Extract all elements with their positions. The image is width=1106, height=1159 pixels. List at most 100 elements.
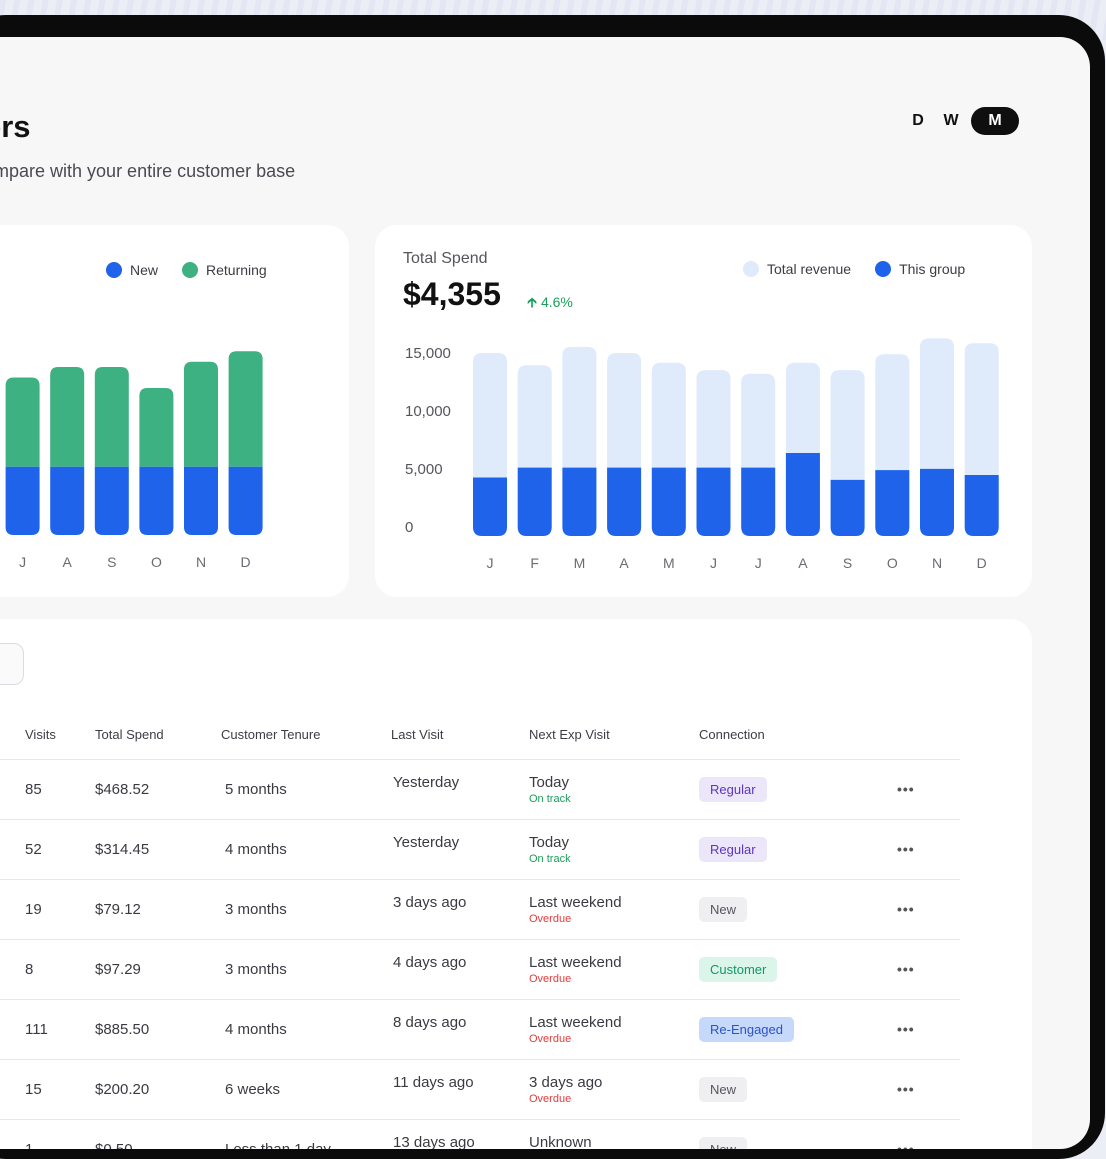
last-visit-cell: 8 days ago (391, 999, 529, 1060)
bar-new (228, 466, 263, 535)
column-header-last-visit[interactable]: Last Visit (391, 711, 529, 760)
tenure-cell: 6 weeks (221, 1059, 391, 1120)
connection-cell: Regular (699, 759, 897, 820)
total-spend-cell: $0.50 (95, 1119, 221, 1149)
tenure-cell: 3 months (221, 879, 391, 940)
visits-cell: 15 (25, 1059, 95, 1120)
x-tick-label: M (574, 555, 586, 571)
total-spend-chart-card: Total Spend $4,355 🡱 4.6% Total revenue … (375, 225, 1032, 597)
column-header-connection[interactable]: Connection (699, 711, 897, 760)
range-day-button[interactable]: D (905, 112, 931, 130)
column-header-total-spend[interactable]: Total Spend (95, 711, 221, 760)
bar-returning (228, 351, 263, 467)
y-tick-label: 5,000 (405, 461, 443, 478)
x-tick-label: A (619, 555, 629, 571)
visits-cell: 8 (25, 939, 95, 1000)
x-tick-label: D (977, 555, 987, 571)
x-tick-label: O (151, 554, 162, 570)
more-options-icon[interactable]: ••• (897, 1021, 915, 1037)
bar-new (94, 466, 129, 535)
x-tick-label: J (487, 555, 494, 571)
x-tick-label: S (107, 554, 116, 570)
row-actions-cell: ••• (897, 879, 960, 940)
tenure-cell: 4 months (221, 999, 391, 1060)
page-subtitle: ompare with your entire customer base (0, 161, 296, 181)
connection-cell: Regular (699, 819, 897, 880)
visits-cell: 52 (25, 819, 95, 880)
next-visit-value: 3 days ago (529, 1073, 603, 1091)
last-visit-cell: Yesterday (391, 759, 529, 820)
tenure-cell: 3 months (221, 939, 391, 1000)
bar-returning (184, 361, 218, 467)
row-customer-cell (0, 819, 25, 880)
table-row[interactable]: 15 $200.20 6 weeks 11 days ago 3 days ago Ove… (0, 1059, 960, 1120)
last-visit-cell: 3 days ago (391, 879, 529, 940)
row-customer-cell (0, 939, 25, 1000)
bar-this-group (830, 479, 865, 536)
more-options-icon[interactable]: ••• (897, 961, 915, 977)
next-visit-value: Unknown (529, 1133, 592, 1150)
row-customer-cell (0, 1119, 25, 1149)
x-tick-label: F (530, 555, 539, 571)
total-spend-cell: $468.52 (95, 759, 221, 820)
table-row[interactable]: 111 $885.50 4 months 8 days ago Last weekend… (0, 999, 960, 1060)
row-actions-cell: ••• (897, 819, 960, 880)
next-visit-cell: Today On track (529, 819, 699, 880)
column-header-visits[interactable]: Visits (25, 711, 95, 760)
next-visit-status: On track (529, 852, 571, 865)
x-tick-label: D (241, 554, 251, 570)
total-spend-cell: $79.12 (95, 879, 221, 940)
next-visit-value: Last weekend (529, 893, 622, 911)
tenure-cell: 4 months (221, 819, 391, 880)
y-tick-label: 0 (405, 519, 413, 536)
range-month-button[interactable]: M (971, 107, 1019, 135)
x-tick-label: A (63, 554, 73, 570)
y-tick-label: 10,000 (405, 403, 451, 420)
bar-this-group (651, 467, 686, 536)
column-header-next-exp-visit[interactable]: Next Exp Visit (529, 711, 699, 760)
table-row[interactable]: 85 $468.52 5 months Yesterday Today On track R… (0, 759, 960, 820)
x-tick-label: N (932, 555, 942, 571)
next-visit-cell: Today On track (529, 759, 699, 820)
total-spend-cell: $885.50 (95, 999, 221, 1060)
row-actions-cell: ••• (897, 759, 960, 820)
bar-returning (94, 367, 129, 467)
bar-new (184, 466, 218, 535)
row-actions-cell: ••• (897, 939, 960, 1000)
next-visit-value: Today (529, 773, 570, 791)
next-visit-status: Overdue (529, 972, 572, 985)
bar-this-group (517, 467, 552, 536)
table-row[interactable]: 19 $79.12 3 months 3 days ago Last weekend Ov… (0, 879, 960, 940)
more-options-icon[interactable]: ••• (897, 901, 915, 917)
y-tick-label: 15,000 (405, 345, 451, 362)
bar-this-group (785, 453, 820, 536)
total-spend-cell: $200.20 (95, 1059, 221, 1120)
table-row[interactable]: 1 $0.50 Less than 1 day 13 days ago Unknown N… (0, 1119, 960, 1149)
more-options-icon[interactable]: ••• (897, 1081, 915, 1097)
table-row[interactable]: 52 $314.45 4 months Yesterday Today On track R… (0, 819, 960, 880)
search-input[interactable] (0, 643, 24, 685)
customers-table-card: Visits Total Spend Customer Tenure Last … (0, 619, 1032, 1149)
x-tick-label: J (710, 555, 717, 571)
x-tick-label: S (843, 555, 852, 571)
bar-this-group (875, 470, 910, 536)
column-header-customer-tenure[interactable]: Customer Tenure (221, 711, 391, 760)
row-customer-cell (0, 999, 25, 1060)
visits-cell: 19 (25, 879, 95, 940)
x-tick-label: M (663, 555, 675, 571)
more-options-icon[interactable]: ••• (897, 1141, 915, 1150)
visits-cell: 111 (25, 999, 95, 1060)
x-tick-label: N (196, 554, 206, 570)
more-options-icon[interactable]: ••• (897, 841, 915, 857)
next-visit-cell: Last weekend Overdue (529, 939, 699, 1000)
tenure-cell: Less than 1 day (221, 1119, 391, 1149)
bar-returning (50, 367, 85, 467)
bar-new (5, 466, 40, 535)
next-visit-status: Overdue (529, 1092, 572, 1105)
more-options-icon[interactable]: ••• (897, 781, 915, 797)
connection-cell: Customer (699, 939, 897, 1000)
range-week-button[interactable]: W (931, 112, 971, 130)
table-row[interactable]: 8 $97.29 3 months 4 days ago Last weekend Ove… (0, 939, 960, 1000)
customer-type-chart-card: New Returning JJASOND (0, 225, 349, 597)
bar-new (50, 466, 85, 535)
